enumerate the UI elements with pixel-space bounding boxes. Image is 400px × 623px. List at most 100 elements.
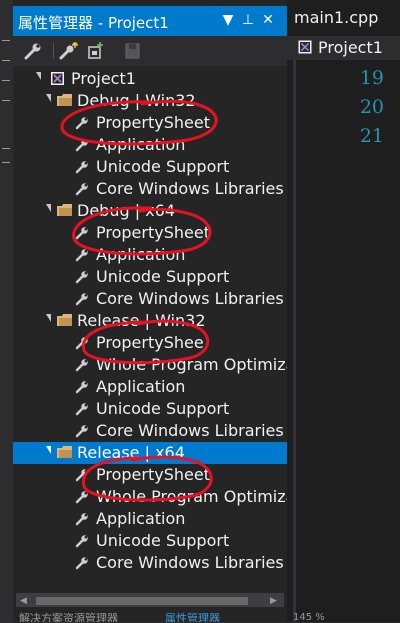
tree-row-property-sheet[interactable]: Whole Program Optimizat	[13, 354, 302, 376]
property-sheet-label: Unicode Support	[96, 157, 230, 176]
property-sheet-label: Core Windows Libraries	[96, 553, 284, 572]
tree-row-config-selected[interactable]: Release | x64	[13, 442, 287, 464]
toolbar-separator	[53, 43, 54, 59]
tree-row-property-sheet[interactable]: Application	[13, 134, 287, 156]
property-sheet-wrench-icon	[75, 425, 88, 438]
strip-tick	[2, 40, 10, 41]
expand-arrow-icon[interactable]	[36, 72, 41, 80]
tree-row-property-sheet[interactable]: PropertySheet	[13, 112, 287, 134]
property-tree[interactable]: Project1 Debug | Win32 PropertySheet App…	[13, 66, 302, 591]
property-sheet-wrench-icon	[75, 337, 88, 350]
property-sheet-wrench-icon	[75, 403, 88, 416]
bottom-tab-strip: 解决方案资源管理器 属性管理器	[13, 610, 287, 622]
tree-row-property-sheet[interactable]: PropertySheet	[13, 222, 287, 244]
tree-row-property-sheet[interactable]: Whole Program Optimizat	[13, 486, 302, 508]
tree-row-property-sheet[interactable]: PropertySheet	[13, 464, 287, 486]
property-sheet-label: Application	[96, 509, 186, 528]
editor-tab-main1[interactable]: main1.cpp	[294, 8, 378, 27]
tree-row-config[interactable]: Debug | x64	[13, 200, 287, 222]
save-icon[interactable]	[123, 42, 143, 60]
property-sheet-wrench-icon	[75, 161, 88, 174]
tree-row-property-sheet[interactable]: Unicode Support	[13, 530, 287, 552]
expand-arrow-icon[interactable]	[46, 446, 51, 454]
navigation-bar[interactable]: Project1	[287, 36, 400, 60]
strip-tick	[2, 162, 10, 163]
property-sheet-label: PropertySheet	[96, 465, 210, 484]
properties-wrench-icon[interactable]	[23, 42, 43, 60]
scroll-left-icon[interactable]: ◀	[20, 596, 27, 606]
tree-row-property-sheet[interactable]: Core Windows Libraries	[13, 552, 287, 574]
tree-row-property-sheet[interactable]: Unicode Support	[13, 156, 287, 178]
project-label: Project1	[71, 69, 136, 88]
horizontal-scrollbar[interactable]: ◀ ▶	[16, 593, 284, 607]
tree-row-config[interactable]: Release | Win32	[13, 310, 287, 332]
property-sheet-wrench-icon	[75, 271, 88, 284]
navigation-project-label: Project1	[318, 38, 383, 57]
tab-solution-explorer[interactable]: 解决方案资源管理器	[19, 610, 118, 622]
tree-row-property-sheet[interactable]: Application	[13, 244, 287, 266]
property-sheet-label: Whole Program Optimizat	[96, 355, 302, 374]
property-sheet-label: Application	[96, 245, 186, 264]
config-label: Release | x64	[77, 443, 185, 462]
tree-row-property-sheet[interactable]: Core Windows Libraries	[13, 178, 287, 200]
close-icon[interactable]: ✕	[259, 12, 277, 28]
tree-row-property-sheet[interactable]: Unicode Support	[13, 398, 287, 420]
property-sheet-label: Unicode Support	[96, 399, 230, 418]
property-sheet-label: PropertySheet	[96, 113, 210, 132]
expand-arrow-icon[interactable]	[46, 204, 51, 212]
config-label: Debug | Win32	[77, 91, 196, 110]
property-sheet-wrench-icon	[75, 227, 88, 240]
line-number: 21	[359, 125, 384, 147]
window-position-dropdown-icon[interactable]: ▼	[219, 12, 237, 28]
property-manager-panel: 属性管理器 - Project1 ▼ ⊥ ✕ Project1 Debug | …	[13, 0, 302, 622]
tree-row-property-sheet[interactable]: PropertyShee	[13, 332, 287, 354]
expand-arrow-icon[interactable]	[46, 94, 51, 102]
property-sheet-label: Unicode Support	[96, 531, 230, 550]
folder-icon	[57, 94, 72, 106]
strip-tick	[2, 80, 10, 81]
property-sheet-wrench-icon	[75, 117, 88, 130]
add-existing-property-sheet-icon[interactable]	[85, 42, 105, 60]
tree-row-property-sheet[interactable]: Application	[13, 508, 287, 530]
property-sheet-label: PropertySheet	[96, 223, 210, 242]
tree-row-project[interactable]: Project1	[13, 68, 287, 90]
expand-arrow-icon[interactable]	[46, 314, 51, 322]
property-sheet-wrench-icon	[75, 491, 88, 504]
scroll-thumb[interactable]	[36, 597, 248, 605]
folder-icon	[57, 204, 72, 216]
tree-row-property-sheet[interactable]: Core Windows Libraries	[13, 288, 287, 310]
tree-row-property-sheet[interactable]: Core Windows Libraries	[13, 420, 287, 442]
tree-row-property-sheet[interactable]: Application	[13, 376, 287, 398]
property-sheet-wrench-icon	[75, 183, 88, 196]
strip-tick	[2, 148, 10, 149]
folder-icon	[57, 446, 72, 458]
property-sheet-wrench-icon	[75, 359, 88, 372]
tab-property-manager[interactable]: 属性管理器	[165, 610, 220, 622]
editor-margin	[293, 60, 296, 622]
project-icon	[298, 40, 312, 54]
left-tool-strip[interactable]	[0, 0, 13, 622]
property-sheet-wrench-icon	[75, 513, 88, 526]
property-sheet-wrench-icon	[75, 139, 88, 152]
project-icon	[51, 72, 64, 85]
tree-row-property-sheet[interactable]: Unicode Support	[13, 266, 287, 288]
property-sheet-wrench-icon	[75, 557, 88, 570]
auto-hide-pin-icon[interactable]: ⊥	[239, 12, 257, 28]
add-new-property-sheet-icon[interactable]	[59, 42, 79, 60]
tree-row-config[interactable]: Debug | Win32	[13, 90, 287, 112]
code-editor: main1.cpp Project1 19 20 21 145 %	[287, 0, 400, 623]
zoom-level[interactable]: 145 %	[293, 612, 325, 623]
property-sheet-wrench-icon	[75, 249, 88, 262]
strip-tick	[2, 100, 10, 101]
line-number: 19	[359, 67, 384, 89]
panel-title-bar: 属性管理器 - Project1 ▼ ⊥ ✕	[13, 6, 287, 36]
folder-icon	[57, 314, 72, 326]
property-sheet-label: Core Windows Libraries	[96, 421, 284, 440]
config-label: Debug | x64	[77, 201, 176, 220]
property-sheet-label: Core Windows Libraries	[96, 179, 284, 198]
property-sheet-wrench-icon	[75, 381, 88, 394]
property-sheet-wrench-icon	[75, 535, 88, 548]
property-sheet-label: PropertyShee	[96, 333, 204, 352]
scroll-right-icon[interactable]: ▶	[270, 596, 277, 606]
property-sheet-wrench-icon	[75, 469, 88, 482]
